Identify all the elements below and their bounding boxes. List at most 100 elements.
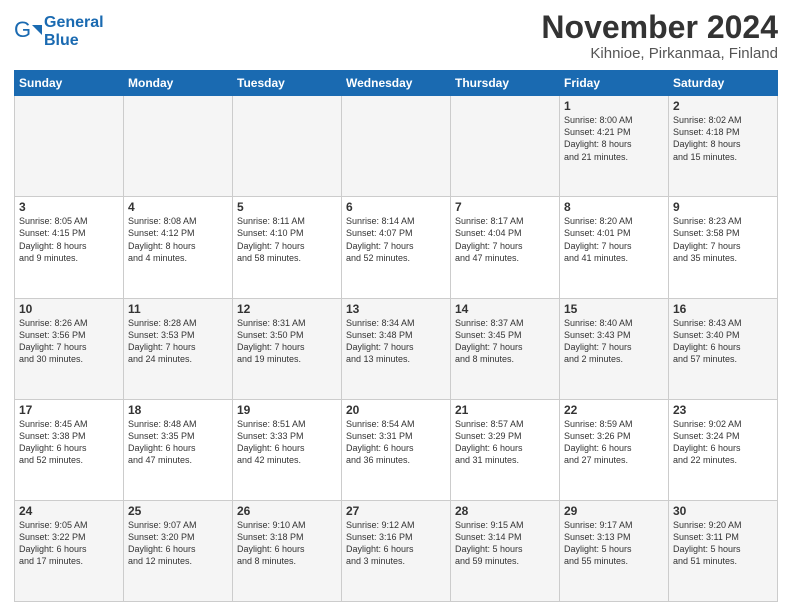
day-cell: 11Sunrise: 8:28 AM Sunset: 3:53 PM Dayli… — [124, 298, 233, 399]
week-row-4: 17Sunrise: 8:45 AM Sunset: 3:38 PM Dayli… — [15, 399, 778, 500]
weekday-header-tuesday: Tuesday — [233, 71, 342, 96]
logo-general: General — [44, 14, 104, 31]
day-info: Sunrise: 8:08 AM Sunset: 4:12 PM Dayligh… — [128, 215, 228, 264]
day-number: 4 — [128, 200, 228, 214]
day-info: Sunrise: 8:02 AM Sunset: 4:18 PM Dayligh… — [673, 114, 773, 163]
weekday-header-thursday: Thursday — [451, 71, 560, 96]
day-cell — [124, 96, 233, 197]
day-info: Sunrise: 8:37 AM Sunset: 3:45 PM Dayligh… — [455, 317, 555, 366]
day-number: 3 — [19, 200, 119, 214]
day-number: 12 — [237, 302, 337, 316]
day-info: Sunrise: 9:20 AM Sunset: 3:11 PM Dayligh… — [673, 519, 773, 568]
day-cell: 24Sunrise: 9:05 AM Sunset: 3:22 PM Dayli… — [15, 500, 124, 601]
day-cell — [451, 96, 560, 197]
day-info: Sunrise: 8:20 AM Sunset: 4:01 PM Dayligh… — [564, 215, 664, 264]
day-number: 16 — [673, 302, 773, 316]
day-info: Sunrise: 8:11 AM Sunset: 4:10 PM Dayligh… — [237, 215, 337, 264]
day-cell — [15, 96, 124, 197]
day-cell: 1Sunrise: 8:00 AM Sunset: 4:21 PM Daylig… — [560, 96, 669, 197]
day-info: Sunrise: 8:23 AM Sunset: 3:58 PM Dayligh… — [673, 215, 773, 264]
day-info: Sunrise: 9:17 AM Sunset: 3:13 PM Dayligh… — [564, 519, 664, 568]
day-number: 8 — [564, 200, 664, 214]
logo: G General Blue — [14, 14, 104, 49]
day-number: 10 — [19, 302, 119, 316]
day-number: 25 — [128, 504, 228, 518]
day-number: 5 — [237, 200, 337, 214]
day-cell: 6Sunrise: 8:14 AM Sunset: 4:07 PM Daylig… — [342, 197, 451, 298]
day-info: Sunrise: 8:31 AM Sunset: 3:50 PM Dayligh… — [237, 317, 337, 366]
day-number: 29 — [564, 504, 664, 518]
day-info: Sunrise: 9:15 AM Sunset: 3:14 PM Dayligh… — [455, 519, 555, 568]
day-info: Sunrise: 9:05 AM Sunset: 3:22 PM Dayligh… — [19, 519, 119, 568]
day-number: 30 — [673, 504, 773, 518]
day-number: 2 — [673, 99, 773, 113]
day-cell: 16Sunrise: 8:43 AM Sunset: 3:40 PM Dayli… — [669, 298, 778, 399]
day-info: Sunrise: 8:14 AM Sunset: 4:07 PM Dayligh… — [346, 215, 446, 264]
weekday-header-wednesday: Wednesday — [342, 71, 451, 96]
day-info: Sunrise: 9:02 AM Sunset: 3:24 PM Dayligh… — [673, 418, 773, 467]
day-info: Sunrise: 8:45 AM Sunset: 3:38 PM Dayligh… — [19, 418, 119, 467]
day-cell: 21Sunrise: 8:57 AM Sunset: 3:29 PM Dayli… — [451, 399, 560, 500]
day-cell: 3Sunrise: 8:05 AM Sunset: 4:15 PM Daylig… — [15, 197, 124, 298]
day-number: 9 — [673, 200, 773, 214]
day-number: 17 — [19, 403, 119, 417]
day-cell: 27Sunrise: 9:12 AM Sunset: 3:16 PM Dayli… — [342, 500, 451, 601]
day-number: 11 — [128, 302, 228, 316]
calendar-subtitle: Kihnioe, Pirkanmaa, Finland — [541, 45, 778, 62]
day-info: Sunrise: 8:34 AM Sunset: 3:48 PM Dayligh… — [346, 317, 446, 366]
day-info: Sunrise: 8:57 AM Sunset: 3:29 PM Dayligh… — [455, 418, 555, 467]
day-cell: 29Sunrise: 9:17 AM Sunset: 3:13 PM Dayli… — [560, 500, 669, 601]
day-number: 23 — [673, 403, 773, 417]
weekday-header-sunday: Sunday — [15, 71, 124, 96]
title-block: November 2024 Kihnioe, Pirkanmaa, Finlan… — [541, 10, 778, 62]
day-cell: 26Sunrise: 9:10 AM Sunset: 3:18 PM Dayli… — [233, 500, 342, 601]
day-cell: 23Sunrise: 9:02 AM Sunset: 3:24 PM Dayli… — [669, 399, 778, 500]
day-info: Sunrise: 8:05 AM Sunset: 4:15 PM Dayligh… — [19, 215, 119, 264]
day-cell: 25Sunrise: 9:07 AM Sunset: 3:20 PM Dayli… — [124, 500, 233, 601]
day-cell: 10Sunrise: 8:26 AM Sunset: 3:56 PM Dayli… — [15, 298, 124, 399]
logo-text: General Blue — [44, 14, 104, 49]
day-number: 13 — [346, 302, 446, 316]
day-info: Sunrise: 8:26 AM Sunset: 3:56 PM Dayligh… — [19, 317, 119, 366]
day-cell: 2Sunrise: 8:02 AM Sunset: 4:18 PM Daylig… — [669, 96, 778, 197]
svg-text:G: G — [14, 17, 31, 42]
week-row-1: 1Sunrise: 8:00 AM Sunset: 4:21 PM Daylig… — [15, 96, 778, 197]
day-info: Sunrise: 9:12 AM Sunset: 3:16 PM Dayligh… — [346, 519, 446, 568]
header: G General Blue November 2024 Kihnioe, Pi… — [14, 10, 778, 62]
day-number: 20 — [346, 403, 446, 417]
day-info: Sunrise: 8:59 AM Sunset: 3:26 PM Dayligh… — [564, 418, 664, 467]
weekday-header-friday: Friday — [560, 71, 669, 96]
day-cell: 15Sunrise: 8:40 AM Sunset: 3:43 PM Dayli… — [560, 298, 669, 399]
day-cell: 8Sunrise: 8:20 AM Sunset: 4:01 PM Daylig… — [560, 197, 669, 298]
logo-blue: Blue — [44, 32, 104, 50]
day-info: Sunrise: 8:43 AM Sunset: 3:40 PM Dayligh… — [673, 317, 773, 366]
day-number: 18 — [128, 403, 228, 417]
day-number: 27 — [346, 504, 446, 518]
day-number: 21 — [455, 403, 555, 417]
day-number: 28 — [455, 504, 555, 518]
day-cell: 17Sunrise: 8:45 AM Sunset: 3:38 PM Dayli… — [15, 399, 124, 500]
day-number: 22 — [564, 403, 664, 417]
weekday-header-saturday: Saturday — [669, 71, 778, 96]
day-info: Sunrise: 8:40 AM Sunset: 3:43 PM Dayligh… — [564, 317, 664, 366]
day-number: 26 — [237, 504, 337, 518]
day-cell: 18Sunrise: 8:48 AM Sunset: 3:35 PM Dayli… — [124, 399, 233, 500]
day-cell: 4Sunrise: 8:08 AM Sunset: 4:12 PM Daylig… — [124, 197, 233, 298]
day-number: 1 — [564, 99, 664, 113]
day-number: 24 — [19, 504, 119, 518]
day-info: Sunrise: 8:54 AM Sunset: 3:31 PM Dayligh… — [346, 418, 446, 467]
day-info: Sunrise: 8:00 AM Sunset: 4:21 PM Dayligh… — [564, 114, 664, 163]
day-info: Sunrise: 8:51 AM Sunset: 3:33 PM Dayligh… — [237, 418, 337, 467]
weekday-header-row: SundayMondayTuesdayWednesdayThursdayFrid… — [15, 71, 778, 96]
day-info: Sunrise: 9:10 AM Sunset: 3:18 PM Dayligh… — [237, 519, 337, 568]
day-cell: 14Sunrise: 8:37 AM Sunset: 3:45 PM Dayli… — [451, 298, 560, 399]
week-row-5: 24Sunrise: 9:05 AM Sunset: 3:22 PM Dayli… — [15, 500, 778, 601]
day-info: Sunrise: 8:48 AM Sunset: 3:35 PM Dayligh… — [128, 418, 228, 467]
day-cell: 22Sunrise: 8:59 AM Sunset: 3:26 PM Dayli… — [560, 399, 669, 500]
day-info: Sunrise: 8:28 AM Sunset: 3:53 PM Dayligh… — [128, 317, 228, 366]
weekday-header-monday: Monday — [124, 71, 233, 96]
day-number: 14 — [455, 302, 555, 316]
calendar-table: SundayMondayTuesdayWednesdayThursdayFrid… — [14, 70, 778, 602]
day-number: 6 — [346, 200, 446, 214]
day-info: Sunrise: 9:07 AM Sunset: 3:20 PM Dayligh… — [128, 519, 228, 568]
